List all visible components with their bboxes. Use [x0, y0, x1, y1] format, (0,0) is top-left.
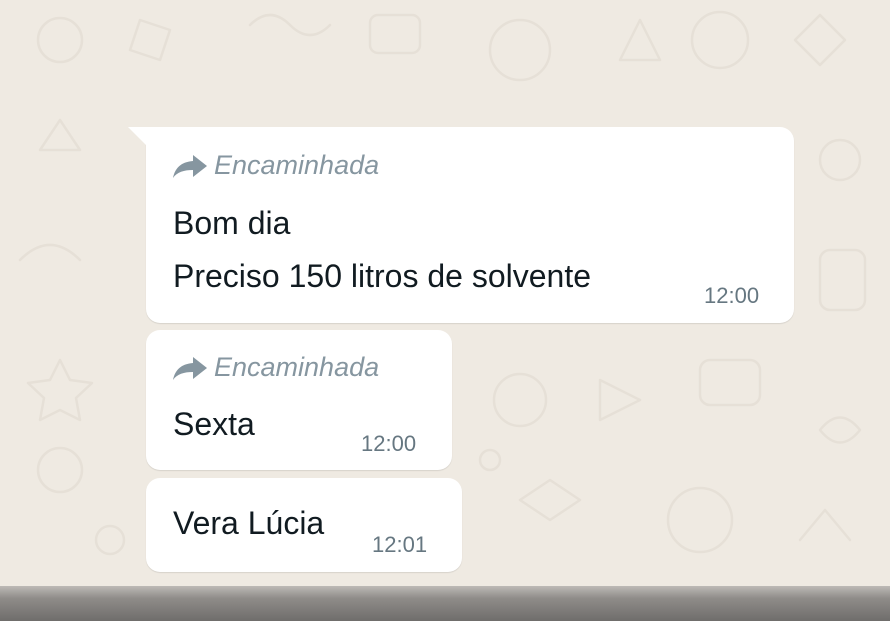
- bottom-edge-shadow: [0, 586, 890, 621]
- forwarded-label: Encaminhada: [172, 354, 379, 381]
- message-timestamp: 12:00: [361, 431, 417, 456]
- forwarded-text: Encaminhada: [214, 352, 380, 382]
- forward-arrow-icon: [172, 153, 208, 179]
- message-bubble[interactable]: Encaminhada Sexta 12:00: [146, 330, 452, 470]
- message-timestamp: 12:01: [372, 532, 428, 557]
- message-text: Vera Lúcia: [173, 505, 325, 541]
- message-timestamp: 12:00: [704, 283, 760, 308]
- forwarded-label: Encaminhada: [172, 152, 379, 179]
- forward-arrow-icon: [172, 355, 208, 381]
- bubble-tail: [128, 127, 150, 149]
- message-text: Preciso 150 litros de solvente: [173, 258, 591, 294]
- forwarded-text: Encaminhada: [214, 150, 380, 180]
- message-text: Bom dia: [173, 205, 291, 241]
- message-bubble[interactable]: Encaminhada Bom dia Preciso 150 litros d…: [128, 127, 794, 323]
- message-text: Sexta: [173, 406, 255, 442]
- message-bubble[interactable]: Vera Lúcia 12:01: [146, 478, 462, 572]
